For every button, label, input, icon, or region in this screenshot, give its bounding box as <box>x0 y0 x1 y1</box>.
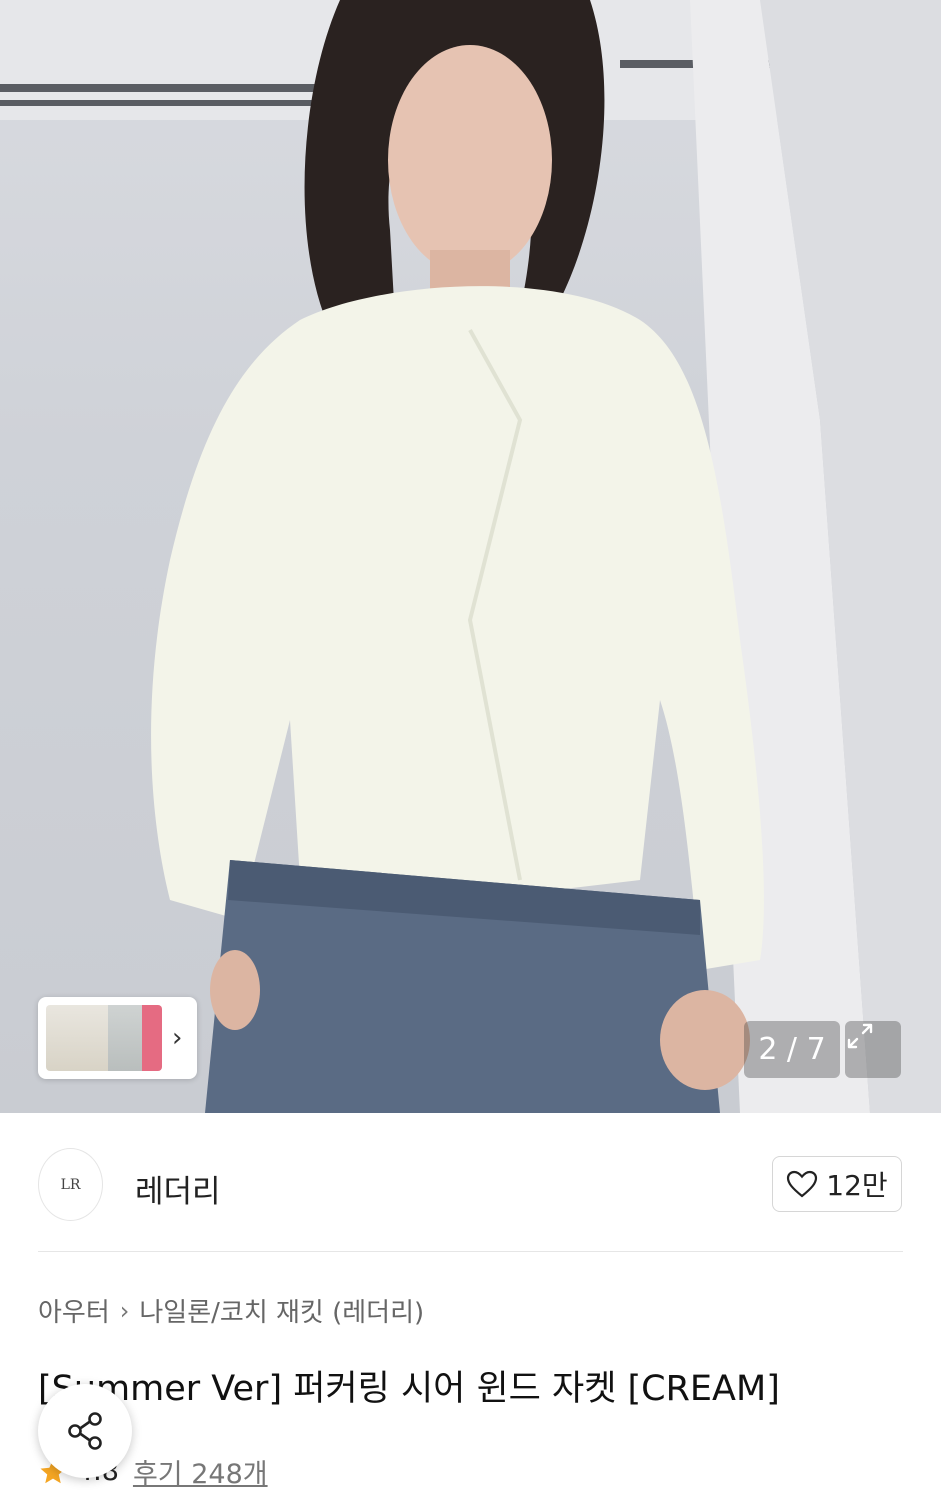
thumbnail-strip[interactable]: › <box>38 997 197 1079</box>
chevron-right-icon[interactable]: › <box>172 1025 182 1051</box>
expand-button[interactable] <box>845 1021 901 1078</box>
image-counter: 2 / 7 <box>744 1021 840 1078</box>
product-title: [Summer Ver] 퍼커링 시어 윈드 자켓 [CREAM] <box>38 1369 780 1409</box>
seller-name[interactable]: 레더리 <box>135 1166 221 1211</box>
expand-icon <box>847 1023 873 1049</box>
share-icon <box>68 1412 102 1450</box>
review-count-link[interactable]: 후기 248개 <box>133 1452 268 1491</box>
thumbnail-3 <box>142 1005 162 1071</box>
thumbnail-images <box>46 1005 162 1071</box>
breadcrumb: 아우터 › 나일론/코치 재킷 (레더리) <box>38 1292 424 1329</box>
like-button[interactable]: 12만 <box>772 1156 902 1212</box>
model-photo <box>0 0 941 1113</box>
thumbnail-1 <box>46 1005 108 1071</box>
divider <box>38 1251 903 1252</box>
breadcrumb-outer[interactable]: 아우터 <box>38 1292 110 1329</box>
breadcrumb-category[interactable]: 나일론/코치 재킷 (레더리) <box>139 1292 424 1329</box>
like-count: 12만 <box>826 1169 888 1202</box>
share-button[interactable] <box>38 1384 132 1478</box>
seller-row: LR 레더리 12만 <box>38 1148 903 1224</box>
seller-logo-text: LR <box>60 1176 81 1193</box>
breadcrumb-separator: › <box>119 1296 130 1325</box>
product-image[interactable]: › 2 / 7 <box>0 0 941 1113</box>
heart-outline-icon <box>787 1170 818 1198</box>
thumbnail-2 <box>108 1005 142 1071</box>
seller-logo[interactable]: LR <box>38 1148 103 1221</box>
